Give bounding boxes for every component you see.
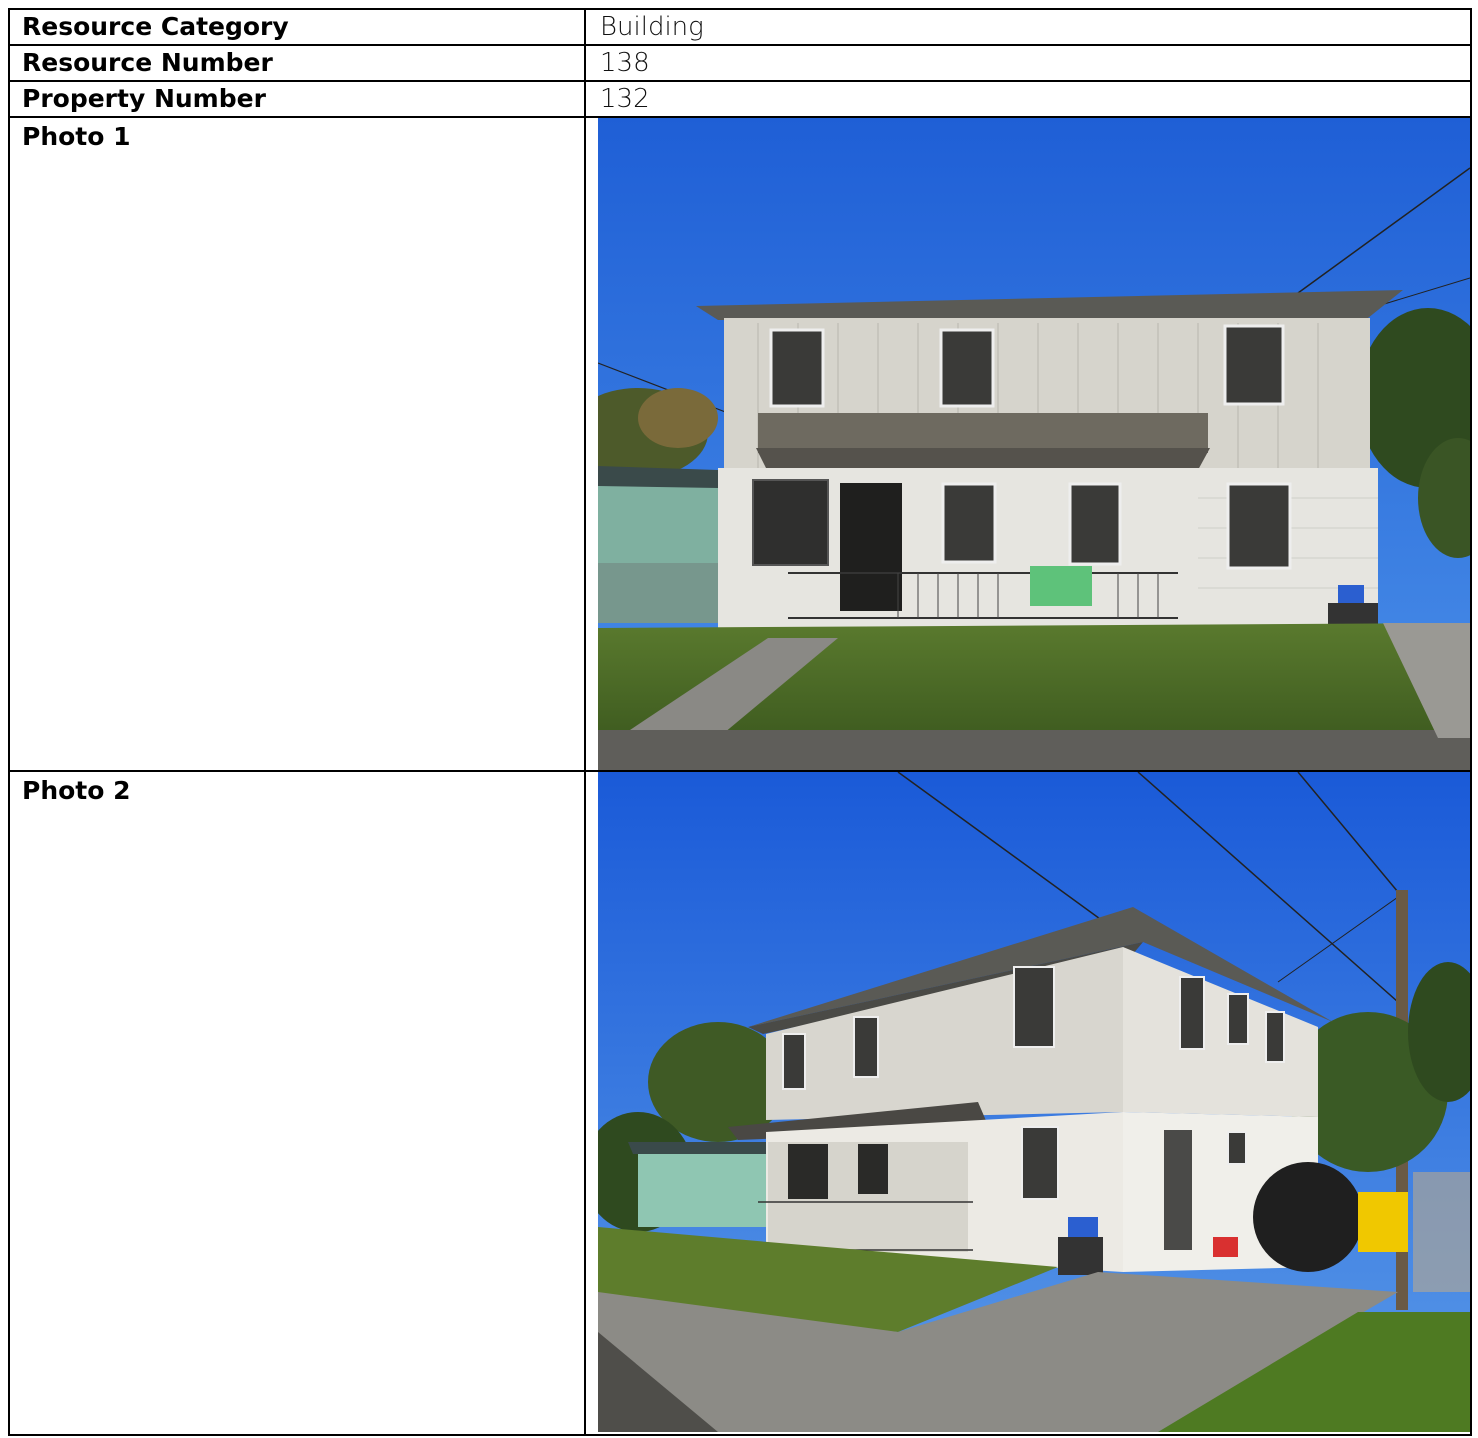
resource-sheet: Resource Category Building Resource Numb… <box>8 8 1472 1438</box>
photo-2-label: Photo 2 <box>8 770 586 1436</box>
resource-category-label: Resource Category <box>8 8 586 46</box>
photo-1-cell <box>584 116 1472 772</box>
table-row: Resource Category Building <box>8 8 1472 46</box>
property-number-value: 132 <box>584 80 1472 118</box>
resource-number-value: 138 <box>584 44 1472 82</box>
photo-1-image <box>598 118 1470 770</box>
resource-category-value: Building <box>584 8 1472 46</box>
resource-table: Resource Category Building Resource Numb… <box>8 8 1472 1436</box>
table-row: Photo 2 <box>8 770 1472 1436</box>
photo-1-label: Photo 1 <box>8 116 586 772</box>
resource-number-label: Resource Number <box>8 44 586 82</box>
table-row: Resource Number 138 <box>8 44 1472 82</box>
table-row: Photo 1 <box>8 116 1472 772</box>
property-number-label: Property Number <box>8 80 586 118</box>
photo-2-image <box>598 772 1470 1432</box>
table-row: Property Number 132 <box>8 80 1472 118</box>
photo-2-cell <box>584 770 1472 1436</box>
